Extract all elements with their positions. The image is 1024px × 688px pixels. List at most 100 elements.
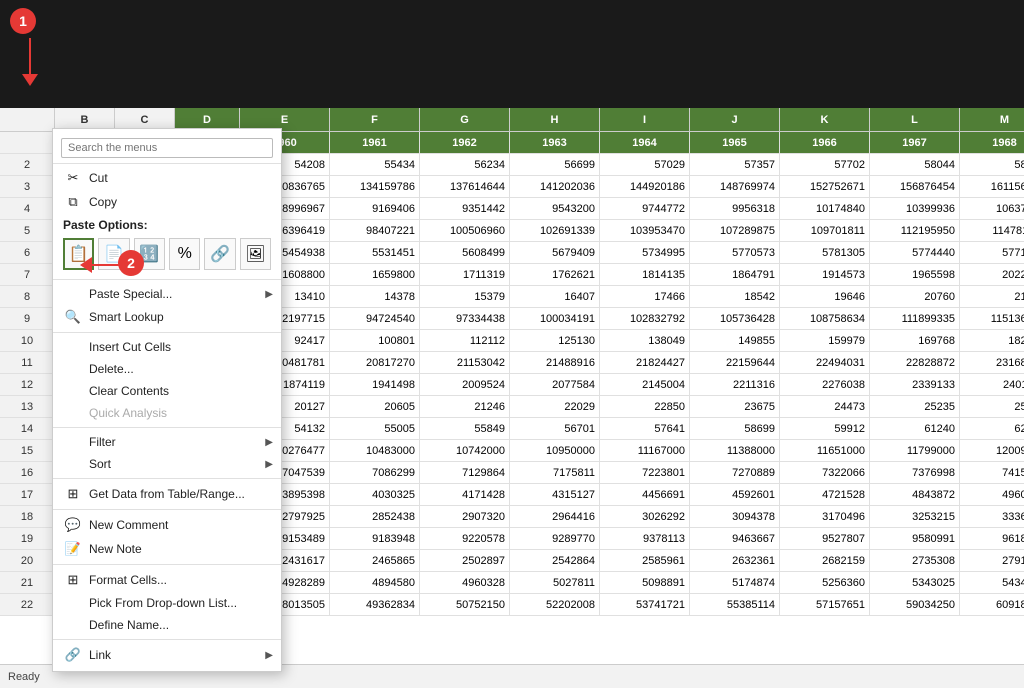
cell-y1966[interactable]: 3170496: [780, 506, 870, 527]
col-header-i[interactable]: I: [600, 108, 690, 131]
cell-y1964[interactable]: 57029: [600, 154, 690, 175]
cell-y1968[interactable]: 23168268: [960, 352, 1024, 373]
cell-y1965[interactable]: 3094378: [690, 506, 780, 527]
menu-item-clear[interactable]: Clear Contents: [53, 380, 281, 402]
cell-y1962[interactable]: 56234: [420, 154, 510, 175]
menu-item-new-comment[interactable]: 💬 New Comment: [53, 513, 281, 537]
cell-y1966[interactable]: 1914573: [780, 264, 870, 285]
cell-y1968[interactable]: 2022272: [960, 264, 1024, 285]
cell-y1965[interactable]: 1864791: [690, 264, 780, 285]
cell-y1961[interactable]: 2465865: [330, 550, 420, 571]
cell-y1967[interactable]: 9580991: [870, 528, 960, 549]
cell-y1964[interactable]: 3026292: [600, 506, 690, 527]
cell-y1967[interactable]: 112195950: [870, 220, 960, 241]
cell-y1966[interactable]: 159979: [780, 330, 870, 351]
cell-y1963[interactable]: 125130: [510, 330, 600, 351]
cell-y1965[interactable]: 23675: [690, 396, 780, 417]
menu-item-paste-special[interactable]: Paste Special... ▶: [53, 283, 281, 305]
menu-item-new-note[interactable]: 📝 New Note: [53, 537, 281, 561]
cell-y1964[interactable]: 9378113: [600, 528, 690, 549]
cell-y1963[interactable]: 7175811: [510, 462, 600, 483]
cell-y1965[interactable]: 58699: [690, 418, 780, 439]
cell-y1965[interactable]: 107289875: [690, 220, 780, 241]
cell-y1967[interactable]: 59034250: [870, 594, 960, 615]
cell-y1962[interactable]: 1962: [420, 132, 510, 153]
cell-y1965[interactable]: 148769974: [690, 176, 780, 197]
cell-y1967[interactable]: 3253215: [870, 506, 960, 527]
cell-y1964[interactable]: 4456691: [600, 484, 690, 505]
cell-y1964[interactable]: 1814135: [600, 264, 690, 285]
cell-y1963[interactable]: 9289770: [510, 528, 600, 549]
cell-y1964[interactable]: 57641: [600, 418, 690, 439]
cell-y1964[interactable]: 53741721: [600, 594, 690, 615]
cell-y1968[interactable]: 12009000: [960, 440, 1024, 461]
col-header-m[interactable]: M: [960, 108, 1024, 131]
cell-y1966[interactable]: 4721528: [780, 484, 870, 505]
cell-y1967[interactable]: 5774440: [870, 242, 960, 263]
cell-y1968[interactable]: 114781116: [960, 220, 1024, 241]
cell-y1966[interactable]: 152752671: [780, 176, 870, 197]
col-header-f[interactable]: F: [330, 108, 420, 131]
cell-y1963[interactable]: 5027811: [510, 572, 600, 593]
cell-y1963[interactable]: 52202008: [510, 594, 600, 615]
cell-y1961[interactable]: 98407221: [330, 220, 420, 241]
cell-y1965[interactable]: 149855: [690, 330, 780, 351]
cell-y1968[interactable]: 25980: [960, 396, 1024, 417]
cell-y1964[interactable]: 11167000: [600, 440, 690, 461]
cell-y1962[interactable]: 112112: [420, 330, 510, 351]
col-header-g[interactable]: G: [420, 108, 510, 131]
cell-y1968[interactable]: 7415403: [960, 462, 1024, 483]
cell-y1968[interactable]: 58377: [960, 154, 1024, 175]
paste-icon-6[interactable]: 🖼: [240, 238, 271, 270]
cell-y1961[interactable]: 20605: [330, 396, 420, 417]
cell-y1968[interactable]: 161156430: [960, 176, 1024, 197]
cell-y1966[interactable]: 5256360: [780, 572, 870, 593]
cell-y1966[interactable]: 2276038: [780, 374, 870, 395]
cell-y1966[interactable]: 24473: [780, 396, 870, 417]
cell-y1965[interactable]: 105736428: [690, 308, 780, 329]
cell-y1962[interactable]: 2502897: [420, 550, 510, 571]
cell-y1964[interactable]: 7223801: [600, 462, 690, 483]
col-header-l[interactable]: L: [870, 108, 960, 131]
cell-y1962[interactable]: 50752150: [420, 594, 510, 615]
cell-y1964[interactable]: 17466: [600, 286, 690, 307]
cell-y1965[interactable]: 22159644: [690, 352, 780, 373]
cell-y1966[interactable]: 2682159: [780, 550, 870, 571]
cell-y1962[interactable]: 137614644: [420, 176, 510, 197]
cell-y1966[interactable]: 108758634: [780, 308, 870, 329]
paste-icon-5[interactable]: 🔗: [204, 238, 235, 270]
menu-item-define-name[interactable]: Define Name...: [53, 614, 281, 636]
cell-y1967[interactable]: 2735308: [870, 550, 960, 571]
cell-y1967[interactable]: 11799000: [870, 440, 960, 461]
cell-y1962[interactable]: 10742000: [420, 440, 510, 461]
cell-y1967[interactable]: 111899335: [870, 308, 960, 329]
cell-y1967[interactable]: 1965598: [870, 264, 960, 285]
cell-y1963[interactable]: 5679409: [510, 242, 600, 263]
cell-y1961[interactable]: 10483000: [330, 440, 420, 461]
cell-y1963[interactable]: 56701: [510, 418, 600, 439]
cell-y1963[interactable]: 16407: [510, 286, 600, 307]
cell-y1965[interactable]: 7270889: [690, 462, 780, 483]
cell-y1963[interactable]: 1963: [510, 132, 600, 153]
cell-y1962[interactable]: 21153042: [420, 352, 510, 373]
cell-y1964[interactable]: 102832792: [600, 308, 690, 329]
menu-item-filter[interactable]: Filter ▶: [53, 431, 281, 453]
cell-y1963[interactable]: 2077584: [510, 374, 600, 395]
cell-y1965[interactable]: 18542: [690, 286, 780, 307]
cell-y1961[interactable]: 49362834: [330, 594, 420, 615]
cell-y1962[interactable]: 9351442: [420, 198, 510, 219]
cell-y1961[interactable]: 20817270: [330, 352, 420, 373]
cell-y1964[interactable]: 21824427: [600, 352, 690, 373]
cell-y1965[interactable]: 5770573: [690, 242, 780, 263]
cell-y1963[interactable]: 21488916: [510, 352, 600, 373]
cell-y1968[interactable]: 10637064: [960, 198, 1024, 219]
cell-y1967[interactable]: 169768: [870, 330, 960, 351]
menu-item-cut[interactable]: ✂ Cut: [53, 166, 281, 190]
cell-y1968[interactable]: 4960237: [960, 484, 1024, 505]
cell-y1968[interactable]: 60918452: [960, 594, 1024, 615]
cell-y1967[interactable]: 5343025: [870, 572, 960, 593]
cell-y1966[interactable]: 5781305: [780, 242, 870, 263]
cell-y1963[interactable]: 4315127: [510, 484, 600, 505]
cell-y1967[interactable]: 4843872: [870, 484, 960, 505]
cell-y1965[interactable]: 5174874: [690, 572, 780, 593]
